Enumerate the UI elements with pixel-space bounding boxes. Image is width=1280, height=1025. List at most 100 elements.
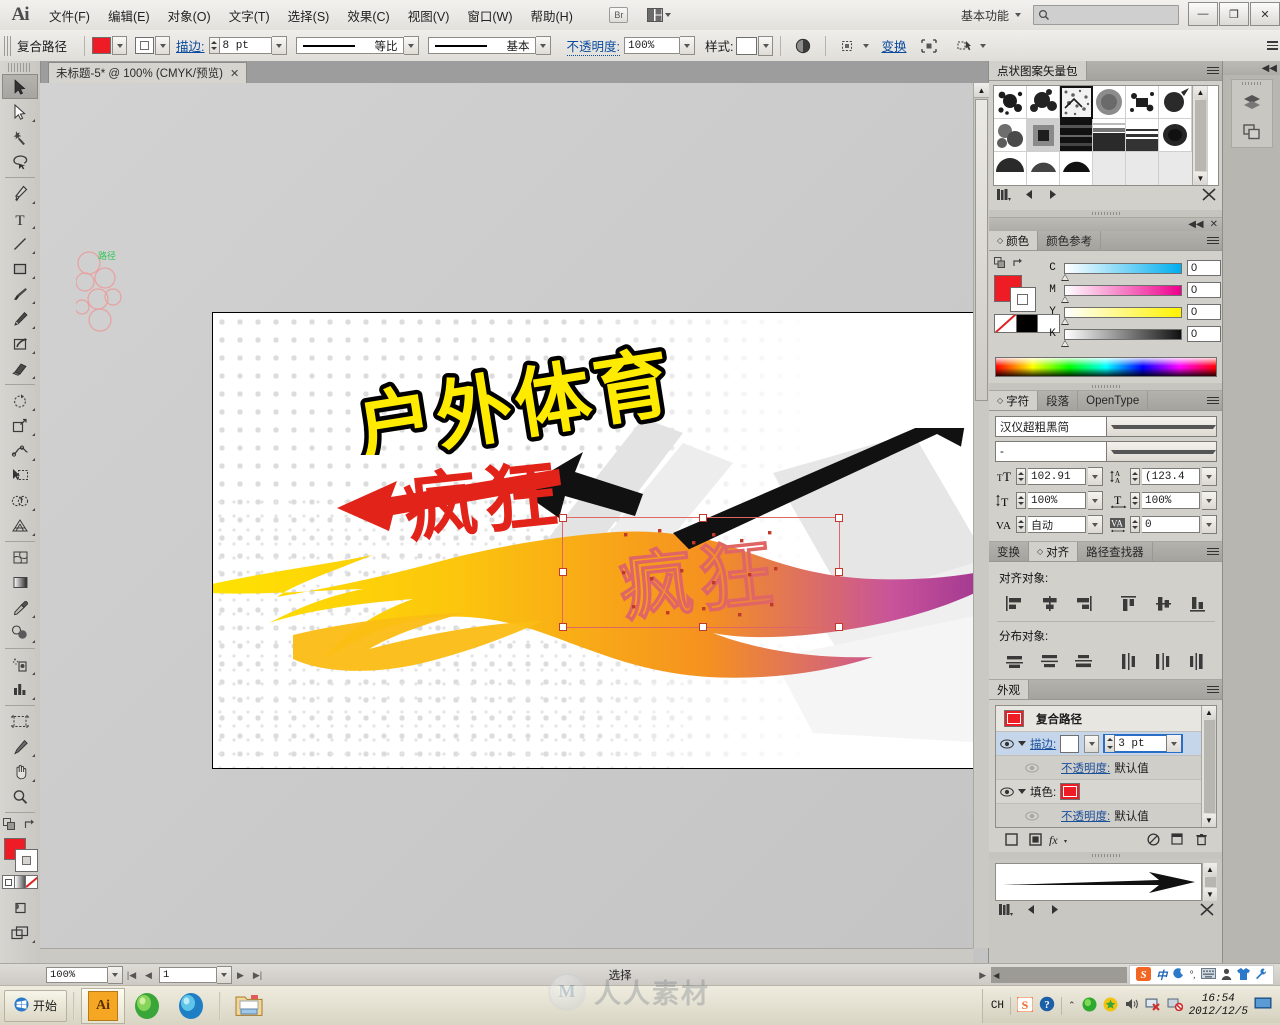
pattern-swatch[interactable] [994, 119, 1027, 152]
status-scroll-region[interactable]: ◀ [991, 967, 1128, 983]
yellow-slider[interactable] [1061, 306, 1182, 325]
line-segment-tool[interactable] [2, 231, 38, 256]
opacity-label[interactable]: 不透明度: [566, 36, 620, 56]
tray-network-error-icon[interactable] [1167, 997, 1183, 1014]
vertical-align-bottom-icon[interactable] [1180, 591, 1215, 615]
shape-builder-tool[interactable] [2, 488, 38, 513]
rectangle-tool[interactable] [2, 256, 38, 281]
tray-help-icon[interactable]: ? [1039, 996, 1055, 1015]
pattern-swatch[interactable] [1060, 119, 1093, 152]
expand-rail-icon[interactable]: ◀◀ [1262, 63, 1277, 74]
tray-network-warning-icon[interactable] [1145, 997, 1161, 1014]
default-fill-stroke-icon[interactable] [24, 818, 37, 834]
expand-fill-icon[interactable] [1018, 789, 1026, 794]
tab-appearance[interactable]: 外观 [989, 680, 1029, 699]
pattern-swatch[interactable] [1093, 86, 1126, 119]
gradient-button[interactable] [14, 876, 27, 888]
menu-type[interactable]: 文字(T) [220, 2, 279, 29]
toolbar-stroke-swatch[interactable] [15, 849, 38, 872]
swap-fill-stroke-icon[interactable] [3, 818, 16, 834]
pattern-swatch[interactable] [1159, 86, 1192, 119]
black-slider[interactable] [1061, 328, 1182, 347]
appearance-stroke-weight-dropdown-icon[interactable] [1166, 735, 1182, 752]
loose-path-artwork[interactable] [76, 251, 142, 339]
tab-pattern-pack[interactable]: 点状图案矢量包 [989, 61, 1087, 80]
font-size-value[interactable]: 102.91 [1028, 468, 1086, 485]
font-style-dropdown-icon[interactable] [1105, 442, 1216, 461]
taskbar-clock[interactable]: 16:54 2012/12/5 [1189, 993, 1248, 1018]
document-tab[interactable]: 未标题-5* @ 100% (CMYK/预览) ✕ [48, 62, 248, 83]
next-symbol-library-icon[interactable] [1049, 904, 1060, 918]
pattern-swatch[interactable] [994, 152, 1027, 185]
tracking-stepper[interactable] [1130, 516, 1140, 533]
delete-symbol-icon[interactable] [1200, 903, 1214, 919]
workspace-caret-icon[interactable] [1015, 13, 1021, 17]
tray-update-icon[interactable] [1103, 997, 1118, 1015]
previous-symbol-library-icon[interactable] [1026, 904, 1037, 918]
fill-dropdown-icon[interactable] [112, 36, 128, 55]
ime-indicator[interactable]: CH [991, 1000, 1004, 1012]
cyan-slider[interactable] [1061, 262, 1182, 281]
status-menu-icon[interactable]: ▶ [974, 967, 991, 983]
browser-blue-taskbar-item[interactable] [169, 988, 213, 1024]
vertical-scale-value[interactable]: 100% [1028, 492, 1086, 509]
horizontal-scale-dropdown-icon[interactable] [1202, 491, 1217, 510]
stroke-color-control[interactable] [135, 36, 171, 55]
layers-panel-icon[interactable] [1232, 87, 1272, 117]
pattern-swatch[interactable] [1027, 119, 1060, 152]
stroke-weight-value[interactable]: 8 pt [219, 37, 272, 54]
vertical-distribute-top-icon[interactable] [997, 649, 1032, 673]
color-button[interactable] [3, 876, 15, 888]
character-panel-menu-icon[interactable] [1207, 396, 1219, 405]
tray-volume-icon[interactable] [1124, 997, 1139, 1014]
stroke-opacity-label[interactable]: 不透明度: [1061, 760, 1110, 776]
tab-character[interactable]: ◇ 字符 [989, 391, 1039, 410]
fill-row-swatch[interactable] [1060, 783, 1081, 800]
previous-library-icon[interactable] [1024, 189, 1035, 203]
tab-color[interactable]: ◇ 颜色 [989, 231, 1039, 250]
yellow-value[interactable]: 0 [1187, 304, 1221, 320]
fill-swatch[interactable] [92, 37, 112, 54]
menu-view[interactable]: 视图(V) [399, 2, 459, 29]
stroke-weight-stepper[interactable] [208, 37, 220, 54]
menu-file[interactable]: 文件(F) [40, 2, 99, 29]
rotate-tool[interactable] [2, 388, 38, 413]
pattern-swatch-empty[interactable] [1093, 152, 1126, 185]
vertical-scale-control[interactable]: T 100% [995, 491, 1103, 510]
scroll-up-icon[interactable]: ▲ [1203, 863, 1217, 876]
control-bar-menu-icon[interactable] [1260, 37, 1278, 55]
first-artboard-icon[interactable]: |◀ [123, 967, 140, 983]
direct-selection-tool[interactable] [2, 99, 38, 124]
symbols-strip[interactable] [995, 863, 1202, 901]
horizontal-align-left-icon[interactable] [997, 591, 1032, 615]
eyedropper-tool[interactable] [2, 595, 38, 620]
arrange-documents-icon[interactable] [646, 5, 671, 25]
vertical-scale-stepper[interactable] [1016, 492, 1026, 509]
stroke-row-label[interactable]: 描边: [1030, 736, 1056, 752]
tray-sogou-icon[interactable]: S [1016, 996, 1034, 1015]
graphic-style-dropdown-icon[interactable] [758, 35, 774, 56]
artboard-tool[interactable] [2, 709, 38, 734]
previous-artboard-icon[interactable]: ◀ [140, 967, 157, 983]
duplicate-item-icon[interactable] [1165, 830, 1189, 848]
search-input[interactable] [1033, 5, 1179, 25]
font-style-select[interactable]: - [995, 441, 1217, 462]
pattern-swatch[interactable] [1060, 152, 1093, 185]
stroke-row-swatch-dropdown-icon[interactable] [1084, 734, 1100, 753]
delete-swatch-icon[interactable] [1202, 188, 1216, 204]
opacity-dropdown-icon[interactable] [679, 36, 695, 55]
opacity-control[interactable]: 100% [623, 36, 695, 55]
pencil-tool[interactable] [2, 306, 38, 331]
menu-object[interactable]: 对象(O) [159, 2, 220, 29]
add-new-fill-icon[interactable] [1023, 830, 1047, 848]
selection-bounding-box[interactable] [559, 514, 843, 631]
visibility-eye-icon[interactable] [999, 784, 1014, 799]
vertical-distribute-center-icon[interactable] [1032, 649, 1067, 673]
select-similar-caret-icon[interactable] [980, 43, 987, 48]
black-value[interactable]: 0 [1187, 326, 1221, 342]
collapse-panel-icon[interactable]: ◀◀ [1188, 219, 1203, 230]
canvas-vertical-scrollbar[interactable]: ▲ [973, 83, 989, 948]
swap-fill-stroke-color-icon[interactable] [994, 257, 1006, 272]
close-panel-icon[interactable]: ✕ [1210, 219, 1218, 230]
select-similar-objects-icon[interactable] [953, 36, 977, 56]
